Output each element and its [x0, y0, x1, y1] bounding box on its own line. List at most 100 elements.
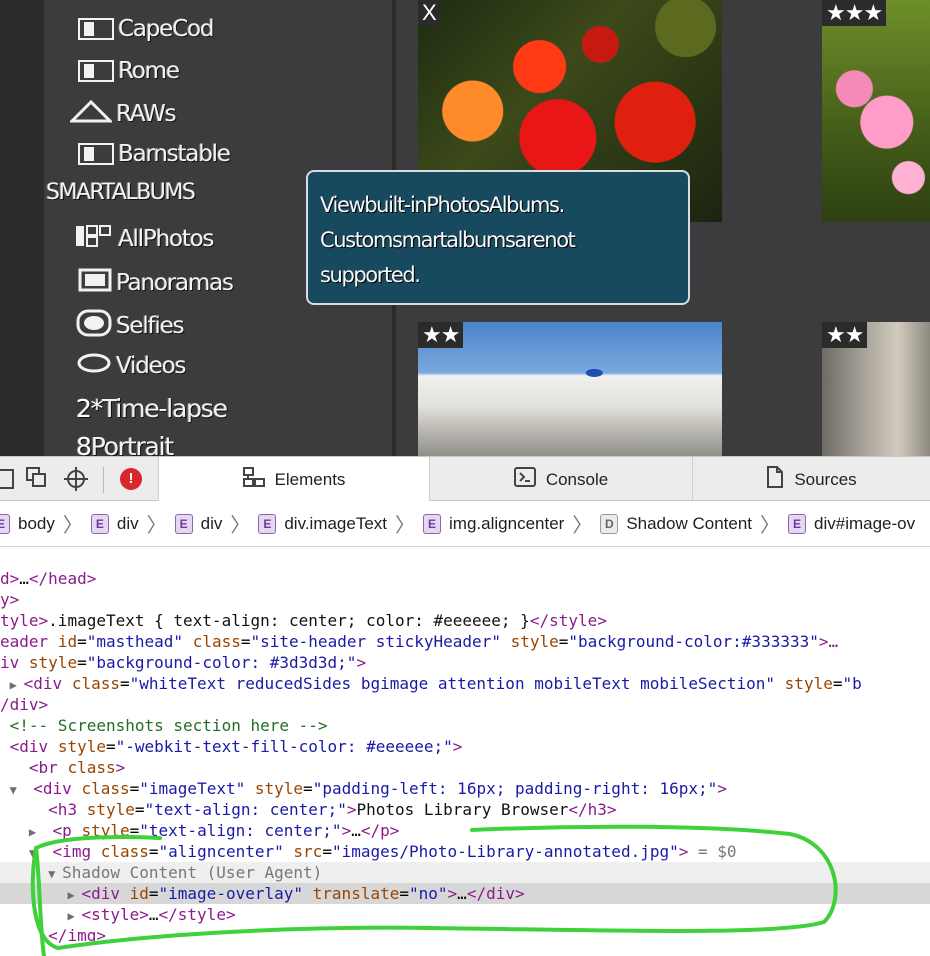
dom-node[interactable]: ▼ <div class="imageText" style="padding-…: [0, 778, 930, 799]
sidebar-item-label: Panoramas: [116, 270, 234, 296]
node-text: Photos Library Browser: [356, 800, 569, 819]
node-tag: </img>: [48, 926, 106, 945]
dom-tree: d>…</head> y> tyle>.imageText { text-ali…: [0, 568, 930, 956]
sidebar-item-label: Rome: [118, 58, 180, 84]
element-badge-icon: E: [423, 513, 442, 534]
tab-label: Elements: [274, 469, 346, 489]
node-value: "background-color: #3d3d3d;": [86, 653, 357, 672]
breadcrumb-item[interactable]: E body: [0, 513, 55, 534]
disclosure-down-icon[interactable]: ▼: [29, 843, 43, 864]
node-tag: <div: [81, 884, 120, 903]
tab-elements[interactable]: Elements: [158, 457, 430, 502]
tab-label: Sources: [794, 469, 857, 489]
disclosure-right-icon[interactable]: ▶: [67, 906, 81, 927]
target-icon[interactable]: [64, 467, 88, 491]
sidebar-item-label: Barnstable: [118, 141, 231, 167]
rating-badge: ★★★: [822, 0, 887, 26]
dock-icon[interactable]: [0, 469, 14, 489]
dom-node[interactable]: eader id="masthead" class="site-header s…: [0, 631, 930, 652]
tab-label: Console: [545, 469, 609, 489]
node-attr: style: [28, 653, 78, 672]
node-tag: tyle>: [0, 611, 49, 630]
dom-node[interactable]: ▶ <div class="whiteText reducedSides bgim…: [0, 673, 930, 694]
dom-node[interactable]: y>: [0, 589, 930, 610]
node-value: "masthead": [86, 632, 184, 651]
sidebar-item-barnstable[interactable]: Barnstable: [78, 141, 231, 167]
node-tag: >…: [818, 632, 839, 651]
node-attr: style: [81, 821, 130, 840]
breadcrumb-label: body: [18, 513, 55, 533]
node-value: "imageText": [139, 779, 246, 798]
node-tag: <style>: [81, 905, 149, 924]
dom-node[interactable]: ▶ <div id="image-overlay" translate="no">…: [0, 883, 930, 904]
node-value: "text-align: center;": [139, 821, 342, 840]
tab-console[interactable]: Console: [430, 457, 693, 502]
dom-node[interactable]: <br class>: [0, 757, 930, 778]
element-badge-icon: E: [90, 513, 109, 534]
breadcrumb-item[interactable]: D Shadow Content: [600, 513, 752, 534]
node-tag: <p: [52, 821, 72, 840]
node-value: "-webkit-text-fill-color: #eeeeee;": [115, 737, 453, 756]
breadcrumb-item[interactable]: E img.aligncenter: [423, 513, 564, 534]
chevron-right-icon: 〉: [760, 515, 781, 537]
disclosure-right-icon[interactable]: ▶: [10, 675, 24, 696]
photo-thumbnail[interactable]: ★★: [822, 322, 930, 456]
node-attr: style: [510, 632, 559, 651]
breadcrumb-item[interactable]: E div.imageText: [258, 513, 387, 534]
dom-node-selected[interactable]: ▼ <img class="aligncenter" src="images/P…: [0, 841, 930, 862]
album-icon: [78, 143, 114, 165]
tooltip-line: supported.: [320, 263, 421, 287]
dom-node[interactable]: <h3 style="text-align: center;">Photos L…: [0, 799, 930, 820]
sidebar-item-all-photos[interactable]: AllPhotos: [74, 224, 215, 254]
node-attr: class: [67, 758, 116, 777]
photo-thumbnail[interactable]: ★★: [418, 322, 722, 456]
breadcrumb-item[interactable]: E div: [90, 513, 139, 534]
smart-albums-heading: SMARTALBUMS: [46, 180, 196, 205]
rating-badge: X: [418, 0, 440, 26]
dom-node[interactable]: ▶ <style>…</style>: [0, 904, 930, 925]
node-value: "text-align: center;": [144, 800, 347, 819]
sidebar-item-rome[interactable]: Rome: [78, 58, 180, 84]
sidebar-item-capecod[interactable]: CapeCod: [78, 16, 214, 42]
undock-icon[interactable]: [26, 467, 50, 491]
node-tag: </div>: [466, 884, 525, 903]
node-value: "whiteText reducedSides bgimage attentio…: [129, 674, 776, 693]
shadow-root-node[interactable]: ▼ Shadow Content (User Agent): [0, 862, 930, 883]
node-value: "site-header stickyHeader": [250, 632, 501, 651]
dom-node[interactable]: <div style="-webkit-text-fill-color: #ee…: [0, 736, 930, 757]
breadcrumb-item[interactable]: E div#image-ov: [788, 513, 916, 534]
console-icon: [513, 467, 536, 492]
dom-node[interactable]: <!-- Screenshots section here -->: [0, 715, 930, 736]
node-text: …: [351, 821, 361, 840]
sidebar-item-label: Selfies: [116, 313, 185, 339]
breadcrumb-label: div#image-ov: [814, 513, 916, 533]
sidebar-item-time-lapse[interactable]: 2* Time-lapse: [76, 394, 228, 423]
sidebar-item-videos[interactable]: Videos: [76, 352, 186, 380]
dom-node[interactable]: tyle>.imageText { text-align: center; co…: [0, 610, 930, 631]
node-value: "aligncenter": [158, 842, 284, 861]
dom-node[interactable]: /div>: [0, 694, 930, 715]
disclosure-down-icon[interactable]: ▼: [10, 780, 24, 801]
breadcrumb-item[interactable]: E div: [174, 513, 222, 534]
tab-sources[interactable]: Sources: [693, 457, 930, 502]
node-attr: class: [100, 842, 149, 861]
sidebar-item-raws[interactable]: RAWs: [68, 99, 177, 129]
disclosure-right-icon[interactable]: ▶: [67, 885, 81, 906]
dom-node[interactable]: d>…</head>: [0, 568, 930, 589]
dom-node[interactable]: ▶ <p style="text-align: center;">…</p>: [0, 820, 930, 841]
node-attr: class: [71, 674, 120, 693]
sidebar-item-label: RAWs: [116, 101, 177, 127]
sidebar-item-portrait[interactable]: 8 Portrait: [76, 432, 174, 456]
node-attr: style: [57, 737, 106, 756]
dom-node[interactable]: </img>: [0, 925, 930, 946]
sidebar-item-selfies[interactable]: Selfies: [76, 309, 185, 343]
disclosure-right-icon[interactable]: ▶: [29, 822, 43, 843]
sidebar-item-panoramas[interactable]: Panoramas: [78, 268, 234, 298]
element-badge-icon: E: [0, 513, 10, 534]
disclosure-down-icon[interactable]: ▼: [48, 864, 62, 885]
error-icon[interactable]: !: [120, 468, 142, 490]
node-tag: >: [678, 842, 689, 861]
node-tag: /div>: [0, 695, 49, 714]
photo-thumbnail[interactable]: ★★★: [822, 0, 930, 222]
dom-node[interactable]: iv style="background-color: #3d3d3d;">: [0, 652, 930, 673]
